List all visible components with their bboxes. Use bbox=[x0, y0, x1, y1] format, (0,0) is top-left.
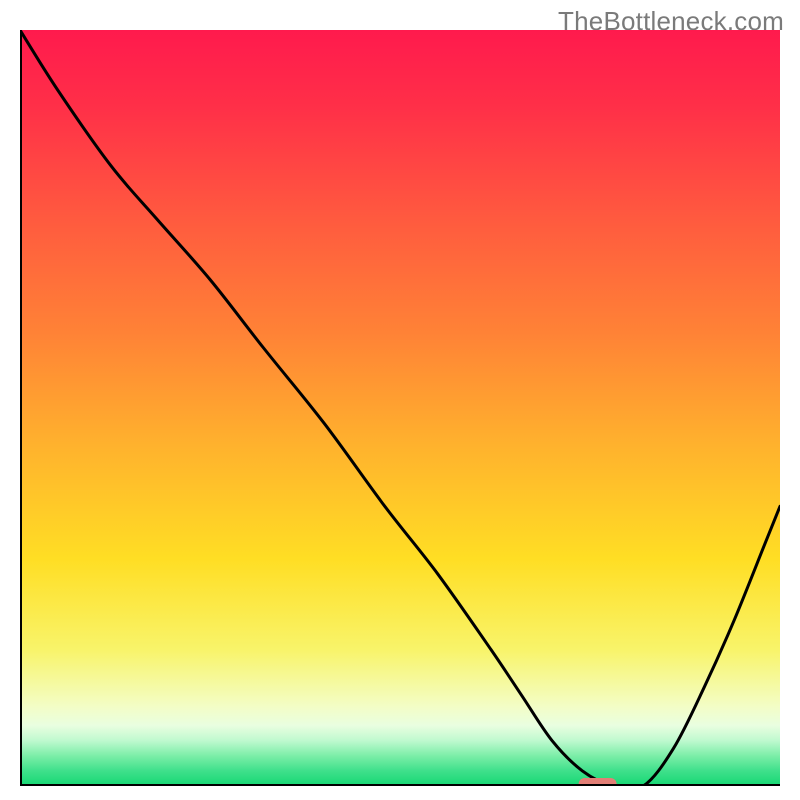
chart-wrapper: TheBottleneck.com bbox=[0, 0, 800, 800]
curve-svg bbox=[20, 30, 780, 786]
bottleneck-curve bbox=[20, 30, 780, 786]
x-axis-line bbox=[20, 784, 780, 786]
y-axis-line bbox=[20, 30, 22, 786]
plot-area bbox=[20, 30, 780, 786]
